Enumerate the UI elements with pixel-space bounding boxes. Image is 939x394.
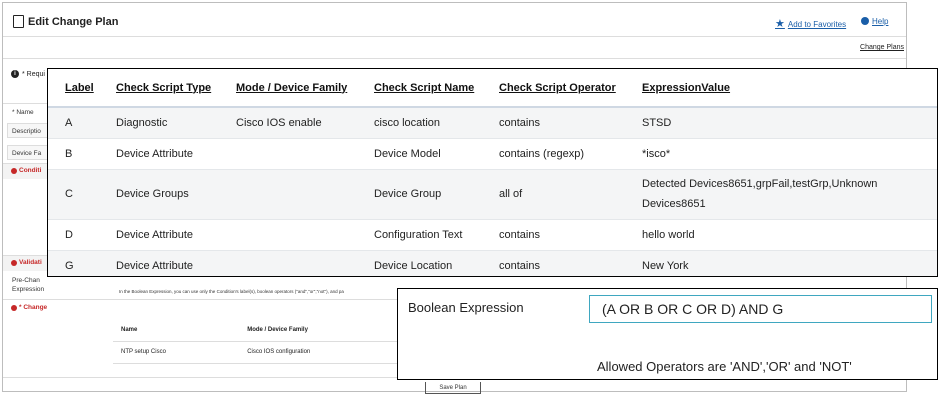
table-row[interactable]: G Device Attribute Device Location conta… [48, 250, 937, 276]
label-cell: B [65, 147, 73, 160]
mode-cell [228, 138, 366, 169]
help-label[interactable]: Help [872, 17, 888, 26]
change-mode-cell: Cisco IOS configuration [239, 341, 403, 364]
value-cell: *isco* [642, 147, 671, 160]
type-cell: Diagnostic [116, 116, 168, 129]
conditions-table-panel: Label Check Script Type Mode / Device Fa… [47, 68, 938, 277]
column-header-mode: Mode / Device Family [239, 319, 403, 342]
label-cell: D [65, 228, 73, 241]
conditions-section[interactable]: Conditi [11, 167, 41, 174]
info-icon: i [11, 70, 19, 78]
column-header-name: Name [113, 319, 240, 342]
divider [3, 58, 906, 59]
column-header-mode-device-family[interactable]: Mode / Device Family [228, 69, 366, 108]
page-title-text: Edit Change Plan [28, 15, 119, 28]
help-icon [861, 17, 869, 25]
value-cell: Detected Devices8651,grpFail,testGrp,Unk… [642, 178, 878, 210]
boolean-expression-panel: Boolean Expression Allowed Operators are… [397, 288, 938, 380]
change-label: * Change [19, 304, 48, 311]
add-to-favorites-link[interactable]: ★ Add to Favorites [775, 17, 846, 30]
boolean-expression-label: Boolean Expression [408, 300, 524, 315]
collapse-icon [11, 167, 17, 174]
validation-label: Validati [19, 259, 42, 266]
label-cell: G [65, 259, 74, 272]
column-header-expression-value[interactable]: ExpressionValue [634, 69, 937, 108]
operator-cell: all of [499, 188, 523, 200]
operator-cell: contains [499, 116, 540, 129]
table-row[interactable]: D Device Attribute Configuration Text co… [48, 219, 937, 250]
validation-section[interactable]: Validati [11, 259, 42, 266]
description-label: Descriptio [12, 128, 41, 135]
boolean-expression-input[interactable] [589, 295, 932, 323]
change-section[interactable]: * Change [11, 304, 47, 311]
label-cell: C [65, 188, 73, 200]
change-table: Name Mode / Device Family NTP setup Cisc… [113, 319, 403, 364]
save-plan-button[interactable]: Save Plan [425, 382, 481, 394]
page-title: Edit Change Plan [13, 15, 118, 28]
table-row[interactable]: C Device Groups Device Group all of Dete… [48, 169, 937, 219]
type-cell: Device Attribute [116, 259, 194, 272]
table-row[interactable]: B Device Attribute Device Model contains… [48, 138, 937, 169]
name-label: * Name [12, 109, 34, 116]
name-cell: Configuration Text [374, 228, 463, 241]
label-cell: A [65, 116, 73, 129]
change-name-cell: NTP setup Cisco [113, 341, 240, 364]
name-cell: Device Location [374, 259, 453, 272]
document-icon [13, 15, 24, 28]
type-cell: Device Attribute [116, 228, 194, 241]
required-note-text: * Requi [22, 70, 45, 78]
add-to-favorites-label[interactable]: Add to Favorites [788, 20, 846, 29]
table-row[interactable]: A Diagnostic Cisco IOS enable cisco loca… [48, 107, 937, 138]
mode-cell: Cisco IOS enable [236, 116, 322, 129]
operator-cell: contains [499, 259, 540, 272]
boolean-note: In the Boolean Expression, you can use o… [119, 289, 344, 294]
conditions-table: Label Check Script Type Mode / Device Fa… [48, 69, 937, 276]
operator-cell: contains [499, 228, 540, 241]
help-link[interactable]: Help [861, 17, 888, 26]
column-header-check-script-operator[interactable]: Check Script Operator [491, 69, 634, 108]
column-header-check-script-name[interactable]: Check Script Name [366, 69, 491, 108]
name-cell: cisco location [374, 116, 441, 129]
type-cell: Device Attribute [116, 147, 194, 160]
mode-cell [228, 169, 366, 219]
collapse-icon [11, 259, 17, 266]
operator-cell: contains (regexp) [499, 147, 584, 160]
value-cell: New York [642, 259, 689, 272]
pre-change-label: Pre-Chan [12, 277, 40, 284]
device-family-label: Device Fa [12, 150, 42, 157]
conditions-label: Conditi [19, 167, 42, 174]
required-note: i * Requi [11, 70, 45, 78]
star-icon: ★ [775, 18, 785, 30]
allowed-operators-hint: Allowed Operators are 'AND','OR' and 'NO… [597, 359, 852, 374]
mode-cell [228, 250, 366, 276]
type-cell: Device Groups [116, 188, 189, 200]
change-plans-link[interactable]: Change Plans [860, 44, 904, 51]
divider [3, 36, 906, 37]
mode-cell [228, 219, 366, 250]
name-cell: Device Model [374, 147, 441, 160]
expression-label: Expression [12, 286, 45, 293]
name-cell: Device Group [374, 188, 442, 200]
column-header-label[interactable]: Label [48, 69, 108, 108]
column-header-check-script-type[interactable]: Check Script Type [108, 69, 228, 108]
value-cell: STSD [642, 116, 672, 129]
table-row[interactable]: NTP setup Cisco Cisco IOS configuration [113, 341, 403, 364]
value-cell: hello world [642, 228, 695, 241]
collapse-icon [11, 304, 17, 311]
